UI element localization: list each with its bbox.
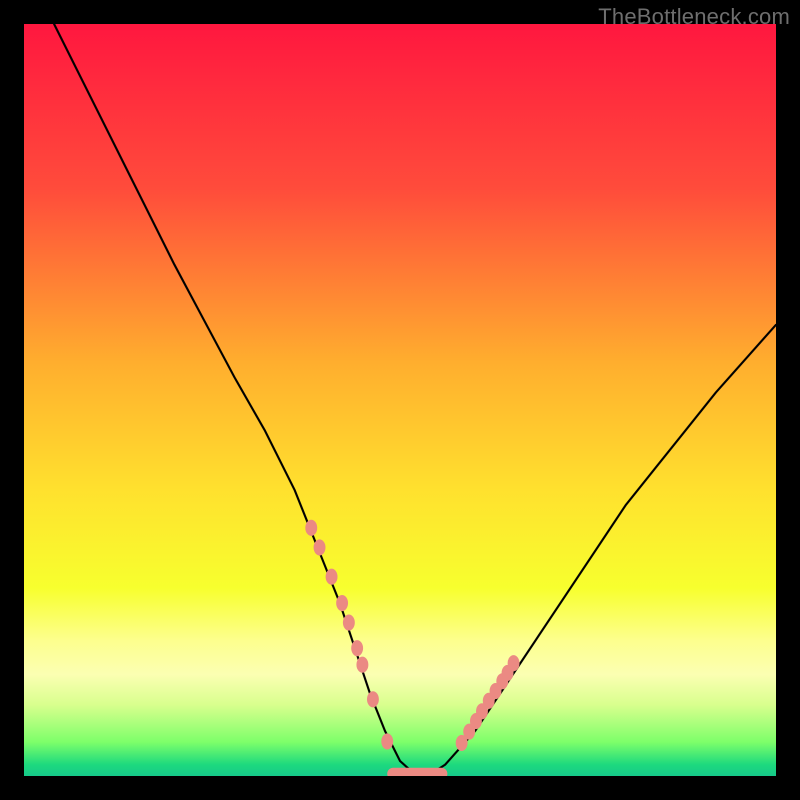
right-markers-point (508, 655, 520, 671)
chart-frame (24, 24, 776, 776)
left-markers-point (326, 569, 338, 585)
left-markers-point (351, 640, 363, 656)
chart-background (24, 24, 776, 776)
left-markers-point (356, 657, 368, 673)
left-markers-point (305, 520, 317, 536)
left-markers-point (314, 539, 326, 555)
bottom-bar (387, 768, 447, 776)
left-markers-point (381, 733, 393, 749)
bottleneck-chart (24, 24, 776, 776)
left-markers-point (336, 595, 348, 611)
left-markers-point (343, 615, 355, 631)
watermark-text: TheBottleneck.com (598, 4, 790, 30)
left-markers-point (367, 691, 379, 707)
